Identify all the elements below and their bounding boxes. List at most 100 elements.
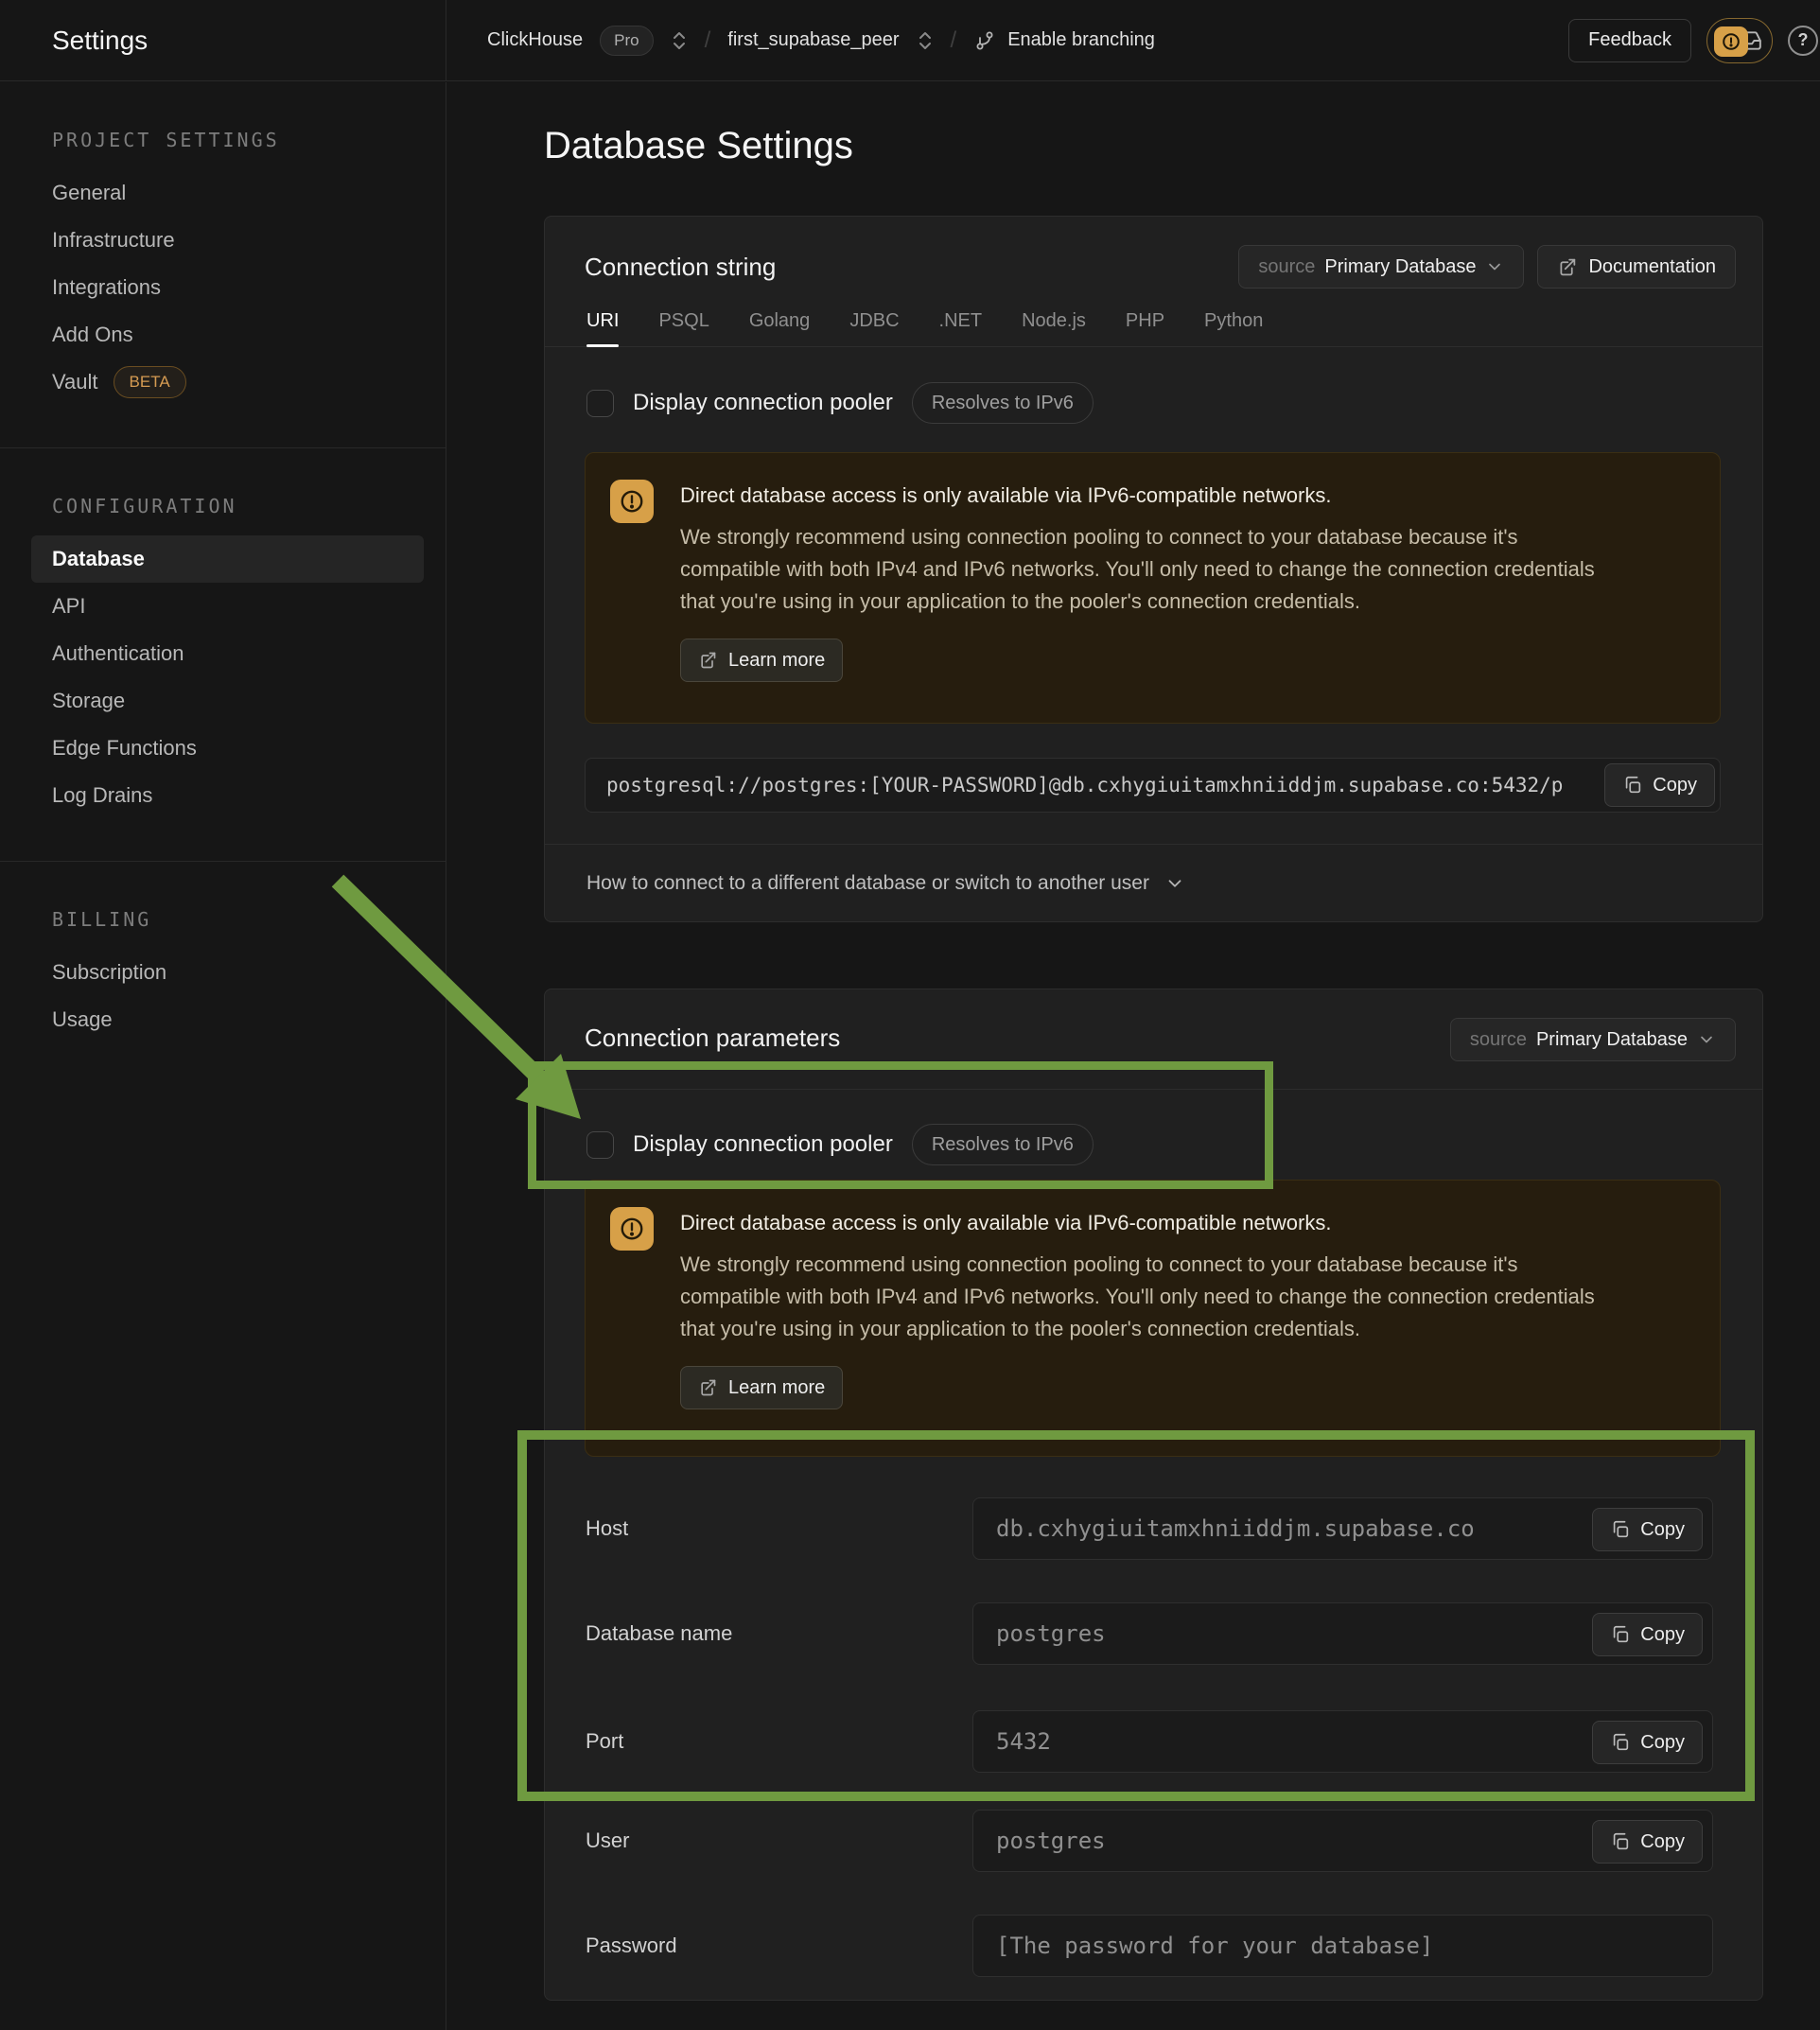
- page-title: Database Settings: [544, 125, 853, 167]
- sidebar-item-label: Vault: [52, 370, 98, 394]
- tab-php[interactable]: PHP: [1126, 310, 1164, 347]
- top-bar: Settings ClickHouse Pro / first_supabase…: [0, 0, 1820, 81]
- copy-icon: [1610, 1519, 1631, 1540]
- warning-body: We strongly recommend using connection p…: [680, 521, 1617, 618]
- connection-string-card: Connection string source Primary Databas…: [544, 216, 1763, 922]
- port-value: 5432: [996, 1728, 1051, 1755]
- learn-more-button[interactable]: Learn more: [680, 1366, 843, 1409]
- copy-database-name-button[interactable]: Copy: [1592, 1613, 1703, 1656]
- resolves-to-ipv6-badge: Resolves to IPv6: [912, 1124, 1094, 1165]
- plan-badge: Pro: [600, 26, 653, 56]
- documentation-label: Documentation: [1588, 256, 1716, 278]
- host-value: db.cxhygiuitamxhniiddjm.supabase.co: [996, 1515, 1475, 1542]
- notifications-button[interactable]: [1706, 18, 1773, 63]
- pooler-label: Display connection pooler: [633, 390, 893, 416]
- display-connection-pooler-checkbox[interactable]: [586, 1131, 614, 1159]
- learn-more-label: Learn more: [728, 650, 825, 672]
- copy-icon: [1622, 775, 1643, 796]
- git-branch-icon: [973, 29, 996, 52]
- display-connection-pooler-checkbox[interactable]: [586, 390, 614, 417]
- connection-parameters-header: Connection parameters source Primary Dat…: [545, 989, 1762, 1090]
- source-select[interactable]: source Primary Database: [1450, 1018, 1736, 1061]
- user-field[interactable]: postgres Copy: [972, 1810, 1713, 1872]
- sidebar-item-infrastructure[interactable]: Infrastructure: [0, 217, 446, 264]
- sidebar-item-database[interactable]: Database: [31, 535, 424, 583]
- field-label: Host: [586, 1516, 972, 1541]
- pooler-toggle-row: Display connection pooler Resolves to IP…: [586, 1124, 1094, 1165]
- sidebar-item-add-ons[interactable]: Add Ons: [0, 311, 446, 359]
- sidebar-item-integrations[interactable]: Integrations: [0, 264, 446, 311]
- breadcrumb-separator: /: [705, 27, 711, 54]
- host-field[interactable]: db.cxhygiuitamxhniiddjm.supabase.co Copy: [972, 1497, 1713, 1560]
- connection-string-header: Connection string source Primary Databas…: [545, 217, 1762, 347]
- warning-alert-icon: [610, 1207, 654, 1251]
- sidebar-item-usage[interactable]: Usage: [0, 996, 446, 1043]
- sidebar-item-general[interactable]: General: [0, 169, 446, 217]
- breadcrumb-org[interactable]: ClickHouse: [487, 29, 583, 51]
- resolves-to-ipv6-badge: Resolves to IPv6: [912, 382, 1094, 424]
- password-field[interactable]: [The password for your database]: [972, 1915, 1713, 1977]
- feedback-button[interactable]: Feedback: [1568, 19, 1691, 62]
- sidebar-section-title: BILLING: [52, 909, 446, 930]
- sidebar-section-configuration: CONFIGURATION Database API Authenticatio…: [0, 447, 446, 861]
- ipv6-warning-panel: Direct database access is only available…: [585, 1180, 1721, 1457]
- database-name-value: postgres: [996, 1620, 1106, 1647]
- footer-expander-label: How to connect to a different database o…: [586, 872, 1149, 895]
- breadcrumb: ClickHouse Pro / first_supabase_peer / E…: [446, 0, 1820, 80]
- copy-host-button[interactable]: Copy: [1592, 1508, 1703, 1551]
- external-link-icon: [698, 651, 717, 670]
- field-row-user: User postgres Copy: [586, 1810, 1713, 1872]
- pooler-label: Display connection pooler: [633, 1131, 893, 1158]
- tab-jdbc[interactable]: JDBC: [849, 310, 899, 347]
- sidebar-section-billing: BILLING Subscription Usage: [0, 861, 446, 1085]
- copy-uri-button[interactable]: Copy: [1604, 763, 1715, 807]
- sidebar-item-subscription[interactable]: Subscription: [0, 949, 446, 996]
- sidebar-item-api[interactable]: API: [0, 583, 446, 630]
- org-selector-chevrons-icon[interactable]: [671, 30, 688, 51]
- help-button[interactable]: ?: [1788, 26, 1818, 56]
- external-link-icon: [1557, 257, 1577, 277]
- sidebar-item-authentication[interactable]: Authentication: [0, 630, 446, 677]
- field-row-password: Password [The password for your database…: [586, 1915, 1713, 1977]
- warning-title: Direct database access is only available…: [680, 1211, 1691, 1235]
- enable-branching-button[interactable]: Enable branching: [973, 29, 1155, 52]
- sidebar-item-log-drains[interactable]: Log Drains: [0, 772, 446, 819]
- database-name-field[interactable]: postgres Copy: [972, 1602, 1713, 1665]
- settings-header: Settings: [0, 0, 446, 80]
- copy-user-button[interactable]: Copy: [1592, 1820, 1703, 1864]
- sidebar-section-title: PROJECT SETTINGS: [52, 130, 446, 150]
- external-link-icon: [698, 1378, 717, 1397]
- tab-uri[interactable]: URI: [586, 310, 619, 347]
- tab-python[interactable]: Python: [1204, 310, 1263, 347]
- beta-badge: BETA: [114, 366, 186, 398]
- copy-label: Copy: [1640, 1831, 1685, 1853]
- source-select[interactable]: source Primary Database: [1238, 245, 1524, 289]
- breadcrumb-project[interactable]: first_supabase_peer: [727, 29, 899, 51]
- tab-dotnet[interactable]: .NET: [939, 310, 983, 347]
- connection-uri-field[interactable]: postgresql://postgres:[YOUR-PASSWORD]@db…: [585, 758, 1721, 813]
- port-field[interactable]: 5432 Copy: [972, 1710, 1713, 1773]
- copy-label: Copy: [1640, 1732, 1685, 1754]
- chevron-down-icon: [1485, 257, 1504, 276]
- password-placeholder: [The password for your database]: [996, 1933, 1433, 1959]
- learn-more-button[interactable]: Learn more: [680, 639, 843, 682]
- notification-alert-icon: [1714, 26, 1748, 57]
- connection-string-footer[interactable]: How to connect to a different database o…: [545, 844, 1762, 921]
- sidebar-item-vault[interactable]: Vault BETA: [0, 359, 446, 406]
- warning-body: We strongly recommend using connection p…: [680, 1249, 1617, 1345]
- sidebar-item-edge-functions[interactable]: Edge Functions: [0, 725, 446, 772]
- copy-port-button[interactable]: Copy: [1592, 1721, 1703, 1764]
- sidebar-item-storage[interactable]: Storage: [0, 677, 446, 725]
- field-label: User: [586, 1829, 972, 1853]
- field-label: Database name: [586, 1621, 972, 1646]
- enable-branching-label: Enable branching: [1007, 29, 1155, 51]
- project-selector-chevrons-icon[interactable]: [917, 30, 934, 51]
- documentation-button[interactable]: Documentation: [1537, 245, 1736, 289]
- sidebar-section-title: CONFIGURATION: [52, 496, 446, 516]
- source-select-label: source: [1470, 1029, 1527, 1051]
- tab-nodejs[interactable]: Node.js: [1022, 310, 1086, 347]
- field-label: Port: [586, 1729, 972, 1754]
- tab-psql[interactable]: PSQL: [658, 310, 709, 347]
- page-header-title: Settings: [52, 26, 148, 56]
- tab-golang[interactable]: Golang: [749, 310, 811, 347]
